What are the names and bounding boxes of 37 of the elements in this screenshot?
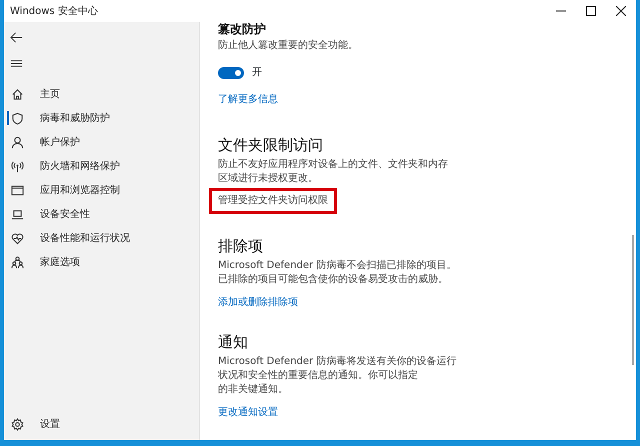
link[interactable]: 管理受控文件夹访问权限 xyxy=(209,188,337,214)
section-heading: 通知 xyxy=(218,332,249,352)
heart-icon xyxy=(11,232,24,244)
maximize-icon xyxy=(586,6,596,16)
laptop-icon xyxy=(11,208,24,220)
section-description: Microsoft Defender 防病毒不会扫描已排除的项目。 已排除的项目可能包含使你的设备易受攻击的威胁。 xyxy=(218,259,458,287)
home-icon xyxy=(11,88,24,100)
section-description: 防止他人篡改重要的安全功能。 xyxy=(218,39,359,53)
antenna-icon xyxy=(11,160,24,172)
sidebar-item[interactable]: 设备性能和运行状况 xyxy=(4,226,199,250)
sidebar-item[interactable]: 家庭选项 xyxy=(4,250,199,274)
section-heading: 篡改防护 xyxy=(218,22,267,36)
sidebar-item[interactable]: 病毒和威胁防护 xyxy=(4,106,199,130)
toggle-switch[interactable] xyxy=(218,66,244,78)
person-icon xyxy=(11,136,24,148)
sidebar-item[interactable]: 主页 xyxy=(4,82,199,106)
settings-icon xyxy=(11,418,24,430)
sidebar-item[interactable]: 防火墙和网络保护 xyxy=(4,154,199,178)
link[interactable]: 更改通知设置 xyxy=(218,406,278,420)
back-icon xyxy=(10,30,23,44)
section-heading: 文件夹限制访问 xyxy=(218,135,324,155)
shield-icon xyxy=(11,112,24,124)
window-title: Windows 安全中心 xyxy=(10,4,98,18)
link[interactable]: 添加或删除排除项 xyxy=(218,296,298,310)
window-icon xyxy=(11,184,24,196)
sidebar-item[interactable]: 设备安全性 xyxy=(4,202,199,226)
close-icon xyxy=(616,6,626,16)
section-description: Microsoft Defender 防病毒将发送有关你的设备运行 状况和安全性的重要信息的通知。你可以指定 的非关键通知。 xyxy=(218,355,458,397)
link[interactable]: 了解更多信息 xyxy=(218,93,278,107)
scrollbar[interactable] xyxy=(632,235,634,365)
section-description: 防止不友好应用程序对设备上的文件、文件夹和内存 区域进行未授权更改。 xyxy=(218,158,449,186)
toggle-label: 开 xyxy=(252,66,262,80)
sidebar-item[interactable]: 帐户保护 xyxy=(4,130,199,154)
settings-item[interactable]: 设置 xyxy=(4,412,199,436)
section-heading: 排除项 xyxy=(218,236,264,256)
sidebar-item[interactable]: 应用和浏览器控制 xyxy=(4,178,199,202)
family-icon xyxy=(11,256,24,268)
